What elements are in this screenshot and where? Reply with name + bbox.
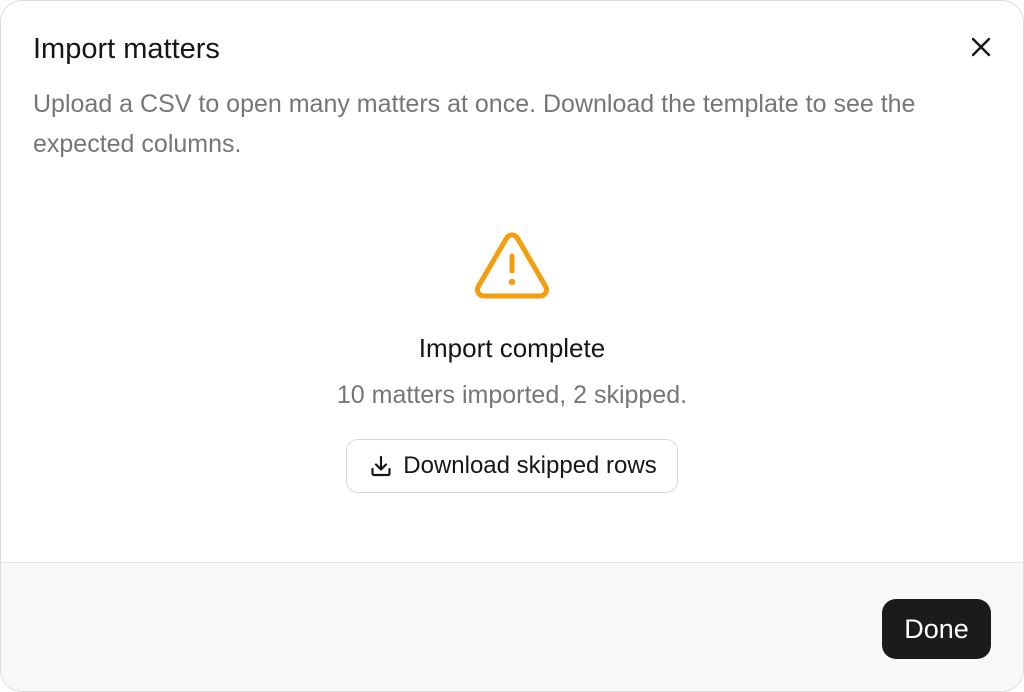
close-icon [971,37,991,57]
download-button-label: Download skipped rows [403,452,657,479]
status-detail: 10 matters imported, 2 skipped. [336,381,688,409]
download-icon [371,455,391,477]
status-title: Import complete [418,333,606,363]
dialog-title: Import matters [33,33,220,65]
download-skipped-rows-button[interactable]: Download skipped rows [346,439,678,493]
close-button[interactable] [965,31,997,63]
done-button[interactable]: Done [882,599,991,659]
dialog-description: Upload a CSV to open many matters at onc… [33,90,916,158]
import-matters-dialog: Import matters Upload a CSV to open many… [0,0,1024,692]
warning-triangle-icon [475,232,549,299]
import-status: Import complete 10 matters imported, 2 s… [1,229,1023,493]
dialog-footer: Done [1,562,1023,691]
